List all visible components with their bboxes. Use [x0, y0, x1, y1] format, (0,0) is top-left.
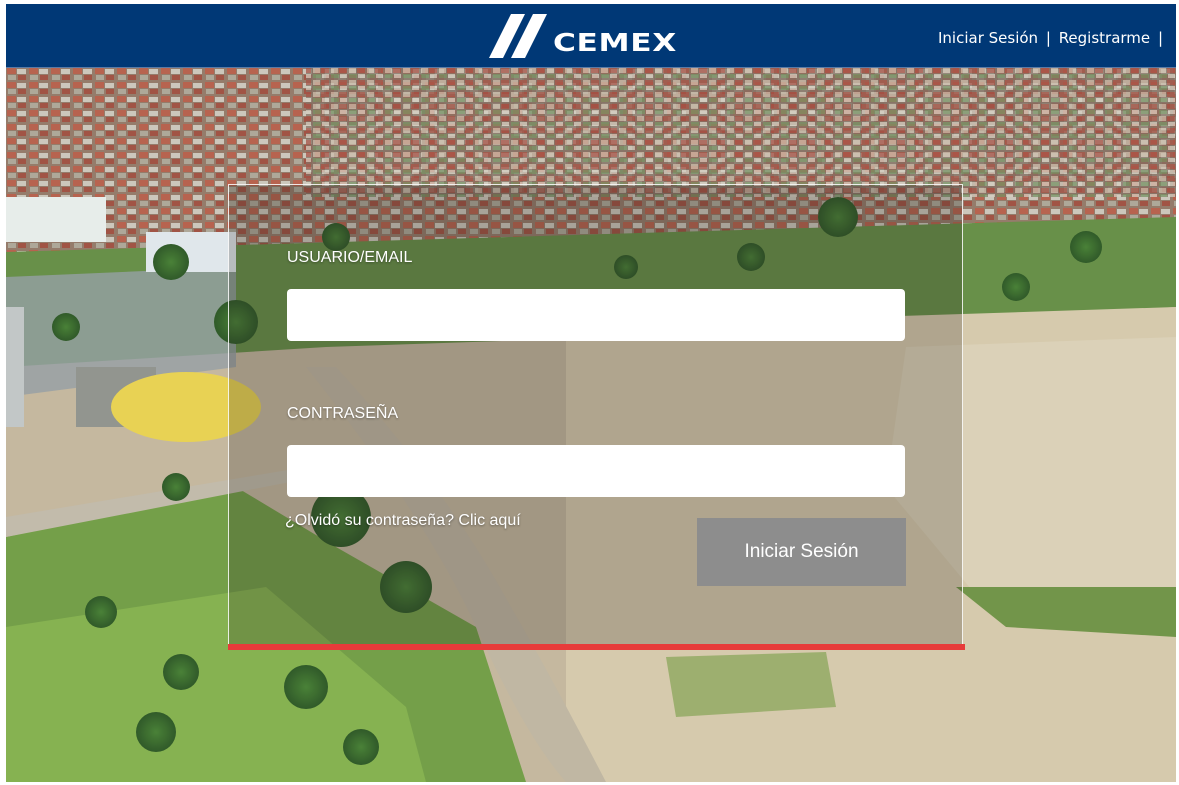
password-label: CONTRASEÑA	[287, 405, 399, 422]
password-input[interactable]	[287, 445, 905, 497]
register-link[interactable]: Registrarme	[1059, 29, 1150, 47]
username-input[interactable]	[287, 289, 905, 341]
top-header-bar: CEMEX Iniciar Sesión | Registrarme |	[6, 4, 1176, 68]
nav-separator: |	[1157, 29, 1163, 47]
login-link[interactable]: Iniciar Sesión	[938, 29, 1038, 47]
username-label: USUARIO/EMAIL	[287, 249, 413, 266]
browser-viewport: CEMEX Iniciar Sesión | Registrarme | USU…	[6, 4, 1176, 782]
panel-accent-bar	[228, 644, 965, 650]
cemex-double-slash-logo-icon	[489, 14, 547, 58]
cemex-logo[interactable]: CEMEX	[489, 12, 679, 62]
login-form: USUARIO/EMAIL CONTRASEÑA ¿Olvidó su cont…	[228, 184, 963, 645]
nav-separator: |	[1045, 29, 1051, 47]
forgot-password-link[interactable]: ¿Olvidó su contraseña? Clic aquí	[285, 511, 521, 531]
header-nav: Iniciar Sesión | Registrarme |	[938, 28, 1166, 48]
login-submit-button[interactable]: Iniciar Sesión	[697, 518, 906, 586]
cemex-logo-text: CEMEX	[553, 28, 677, 57]
